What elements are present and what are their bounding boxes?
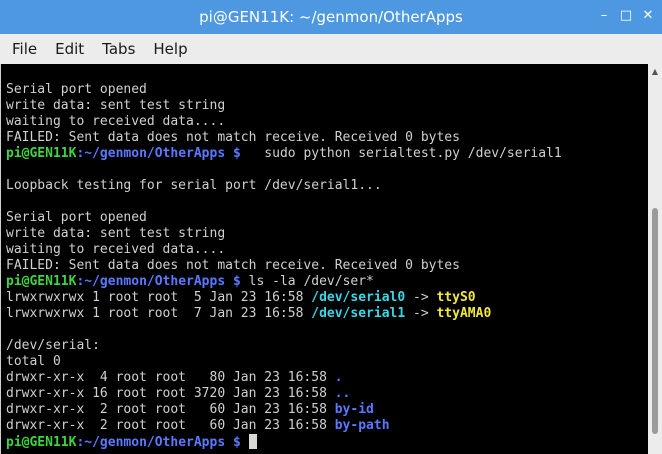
prompt-command: ls -la /dev/ser* [240,274,374,289]
listing-row: drwxr-xr-x 2 root root 60 Jan 23 16:58 b… [6,418,562,434]
terminal-output[interactable]: Serial port opened write data: sent test … [0,64,648,454]
terminal-line: write data: sent test string [6,98,562,114]
symlink-arrow: -> [405,306,437,321]
listing-details: drwxr-xr-x 16 root root 3720 Jan 23 16:5… [6,386,335,401]
prompt-line: pi@GEN11K:~/genmon/OtherApps $ [6,434,562,450]
prompt-command [241,435,249,450]
listing-details: drwxr-xr-x 2 root root 60 Jan 23 16:58 [6,418,335,433]
terminal-line: /dev/serial: [6,338,562,354]
output-text: Serial port opened [6,82,147,97]
output-text: FAILED: Sent data does not match receive… [6,258,460,273]
terminal-line: Serial port opened [6,210,562,226]
window-controls: – □ ✕ [596,8,656,24]
directory-name: .. [334,386,351,401]
prompt-user: pi@GEN11K [6,274,77,289]
prompt-line: pi@GEN11K:~/genmon/OtherApps $ sudo pyth… [6,146,562,162]
output-text: Serial port opened [6,210,147,225]
title-bar[interactable]: pi@GEN11K: ~/genmon/OtherApps – □ ✕ [0,0,662,34]
terminal-line: FAILED: Sent data does not match receive… [6,130,562,146]
listing-row: lrwxrwxrwx 1 root root 5 Jan 23 16:58 /d… [6,290,562,306]
prompt-command: sudo python serialtest.py /dev/serial1 [240,146,562,161]
directory-name: . [334,370,343,385]
menu-bar: File Edit Tabs Help [0,34,662,64]
terminal-window: pi@GEN11K: ~/genmon/OtherApps – □ ✕ File… [0,0,662,454]
prompt-user: pi@GEN11K [6,146,77,161]
output-text: waiting to received data.... [6,242,226,257]
listing-details: lrwxrwxrwx 1 root root 5 Jan 23 16:58 [6,290,312,305]
listing-row: drwxr-xr-x 4 root root 80 Jan 23 16:58 . [6,370,562,386]
prompt-path: :~/genmon/OtherApps $ [76,435,241,450]
terminal-lines: Serial port opened write data: sent test … [6,82,562,450]
menu-help[interactable]: Help [153,40,187,58]
symlink-name: /dev/serial0 [311,290,406,305]
listing-details: drwxr-xr-x 2 root root 60 Jan 23 16:58 [6,402,335,417]
listing-details: lrwxrwxrwx 1 root root 7 Jan 23 16:58 [6,306,312,321]
terminal-line: Serial port opened [6,82,562,98]
minimize-icon[interactable]: – [596,8,612,24]
prompt-path: :~/genmon/OtherApps $ [76,274,241,289]
output-text: FAILED: Sent data does not match receive… [6,130,460,145]
output-text: Loopback testing for serial port /dev/se… [6,178,382,193]
symlink-name: /dev/serial1 [311,306,406,321]
output-text: total 0 [6,354,61,369]
scroll-up-icon[interactable]: ▲ [651,67,659,76]
listing-row: lrwxrwxrwx 1 root root 7 Jan 23 16:58 /d… [6,306,562,322]
output-text: waiting to received data.... [6,114,226,129]
terminal-line: waiting to received data.... [6,242,562,258]
directory-name: by-path [334,418,390,433]
output-text: /dev/serial: [6,338,100,353]
directory-name: by-id [334,402,374,417]
symlink-target: ttyAMA0 [436,306,492,321]
close-icon[interactable]: ✕ [640,8,656,24]
text-cursor [248,434,257,449]
maximize-icon[interactable]: □ [618,8,634,24]
output-text: write data: sent test string [6,226,226,241]
scroll-thumb[interactable] [652,208,658,434]
terminal-line: FAILED: Sent data does not match receive… [6,258,562,274]
symlink-arrow: -> [405,290,437,305]
listing-row: drwxr-xr-x 2 root root 60 Jan 23 16:58 b… [6,402,562,418]
output-text: write data: sent test string [6,98,226,113]
menu-file[interactable]: File [12,40,37,58]
terminal-line: total 0 [6,354,562,370]
terminal-line: write data: sent test string [6,226,562,242]
menu-edit[interactable]: Edit [55,40,84,58]
listing-details: drwxr-xr-x 4 root root 80 Jan 23 16:58 [6,370,335,385]
listing-row: drwxr-xr-x 16 root root 3720 Jan 23 16:5… [6,386,562,402]
menu-tabs[interactable]: Tabs [102,40,135,58]
terminal-line: waiting to received data.... [6,114,562,130]
window-title: pi@GEN11K: ~/genmon/OtherApps [199,8,463,26]
prompt-line: pi@GEN11K:~/genmon/OtherApps $ ls -la /d… [6,274,562,290]
vertical-scrollbar[interactable]: ▲ [648,64,662,454]
symlink-target: ttyS0 [436,290,476,305]
terminal-line: Loopback testing for serial port /dev/se… [6,178,562,194]
prompt-path: :~/genmon/OtherApps $ [76,146,241,161]
prompt-user: pi@GEN11K [6,435,77,450]
